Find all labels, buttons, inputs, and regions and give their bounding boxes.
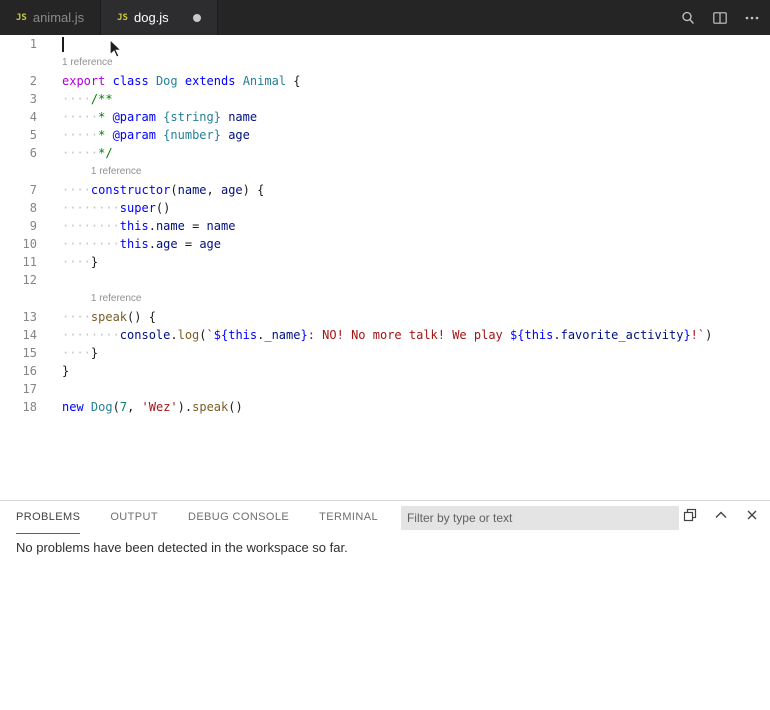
tab-dog-js[interactable]: JS dog.js <box>101 0 218 35</box>
code-text: ····constructor(name, age) { <box>62 183 264 197</box>
line-number: 5 <box>0 128 37 142</box>
code-text: } <box>62 364 69 378</box>
code-line[interactable]: 16} <box>0 362 770 380</box>
code-line[interactable]: 2 export class Dog extends Animal { <box>0 72 770 90</box>
code-line[interactable]: 15 ····} <box>0 344 770 362</box>
line-number: 6 <box>0 146 37 160</box>
line-number: 14 <box>0 328 37 342</box>
open-changes-search-icon[interactable] <box>680 10 696 26</box>
line-number: 11 <box>0 255 37 269</box>
code-text: ····} <box>62 255 98 269</box>
modified-dot[interactable] <box>193 14 201 22</box>
bottom-panel: PROBLEMS OUTPUT DEBUG CONSOLE TERMINAL No p… <box>0 500 770 710</box>
code-text: ·····* @param {string} name <box>62 110 257 124</box>
js-file-icon: JS <box>117 13 128 23</box>
panel-tab-output[interactable]: OUTPUT <box>110 501 158 534</box>
panel-actions <box>682 507 760 528</box>
code-text: ····speak() { <box>62 310 156 324</box>
code-text: ········this.name = name <box>62 219 235 233</box>
code-line[interactable]: 5 ·····* @param {number} age <box>0 126 770 144</box>
codelens-reference[interactable]: 1 reference <box>91 166 142 177</box>
line-number: 17 <box>0 382 37 396</box>
editor-lines: 1 1 reference 2 export class Dog extends An… <box>0 35 770 416</box>
line-number: 15 <box>0 346 37 360</box>
js-file-icon: JS <box>16 13 27 23</box>
split-editor-icon[interactable] <box>712 10 728 26</box>
line-number: 13 <box>0 310 37 324</box>
line-number: 2 <box>0 74 37 88</box>
panel-header: PROBLEMS OUTPUT DEBUG CONSOLE TERMINAL <box>0 501 770 534</box>
line-number: 12 <box>0 273 37 287</box>
line-number: 16 <box>0 364 37 378</box>
line-number: 10 <box>0 237 37 251</box>
code-line[interactable]: 7 ····constructor(name, age) { <box>0 181 770 199</box>
codelens-row: 1 reference <box>0 162 770 181</box>
line-number: 7 <box>0 183 37 197</box>
code-text: ········super() <box>62 201 170 215</box>
code-line[interactable]: 18 new Dog(7, 'Wez').speak() <box>0 398 770 416</box>
vscode-window: JS animal.js JS dog.js 1 1 reference 2 export … <box>0 0 770 710</box>
code-text: ····} <box>62 346 98 360</box>
tab-label: animal.js <box>33 10 84 25</box>
panel-tab-terminal[interactable]: TERMINAL <box>319 501 378 534</box>
line-number: 3 <box>0 92 37 106</box>
code-line[interactable]: 14 ········console.log(`${this._name}: NO… <box>0 326 770 344</box>
panel-tab-debug-console[interactable]: DEBUG CONSOLE <box>188 501 289 534</box>
code-editor[interactable]: 1 1 reference 2 export class Dog extends An… <box>0 35 770 500</box>
panel-tab-problems[interactable]: PROBLEMS <box>16 501 80 534</box>
code-line[interactable]: 10 ········this.age = age <box>0 235 770 253</box>
panel-tabs: PROBLEMS OUTPUT DEBUG CONSOLE TERMINAL <box>16 501 378 534</box>
codelens-row: 1 reference <box>0 289 770 308</box>
code-text: export class Dog extends Animal { <box>62 74 301 88</box>
tab-label: dog.js <box>134 10 169 25</box>
code-line[interactable]: 11 ····} <box>0 253 770 271</box>
maximize-panel-icon[interactable] <box>713 507 729 528</box>
line-number: 4 <box>0 110 37 124</box>
text-cursor <box>62 37 64 52</box>
code-line[interactable]: 6 ·····*/ <box>0 144 770 162</box>
code-text: ········console.log(`${this._name}: NO! … <box>62 328 712 342</box>
code-line[interactable]: 12 <box>0 271 770 289</box>
code-line[interactable]: 17 <box>0 380 770 398</box>
problems-message: No problems have been detected in the wo… <box>16 540 770 555</box>
code-line[interactable]: 3 ····/** <box>0 90 770 108</box>
more-actions-icon[interactable] <box>744 10 760 26</box>
tab-bar: JS animal.js JS dog.js <box>0 0 770 35</box>
collapse-all-icon[interactable] <box>682 507 698 528</box>
code-text: ·····*/ <box>62 146 113 160</box>
line-number: 8 <box>0 201 37 215</box>
code-line[interactable]: 13 ····speak() { <box>0 308 770 326</box>
codelens-reference[interactable]: 1 reference <box>62 57 113 68</box>
line-number: 18 <box>0 400 37 414</box>
codelens-row: 1 reference <box>0 53 770 72</box>
problems-filter-input[interactable] <box>401 506 679 530</box>
code-text: ·····* @param {number} age <box>62 128 250 142</box>
line-number: 1 <box>0 37 37 51</box>
code-text: new Dog(7, 'Wez').speak() <box>62 400 243 414</box>
tab-bar-tabs: JS animal.js JS dog.js <box>0 0 218 35</box>
line-number: 9 <box>0 219 37 233</box>
codelens-reference[interactable]: 1 reference <box>91 293 142 304</box>
code-line[interactable]: 9 ········this.name = name <box>0 217 770 235</box>
code-line[interactable]: 4 ·····* @param {string} name <box>0 108 770 126</box>
code-text: ····/** <box>62 92 113 106</box>
code-text: ········this.age = age <box>62 237 221 251</box>
code-line[interactable]: 1 <box>0 35 770 53</box>
tab-animal-js[interactable]: JS animal.js <box>0 0 101 35</box>
code-line[interactable]: 8 ········super() <box>0 199 770 217</box>
close-panel-icon[interactable] <box>744 507 760 528</box>
editor-actions <box>680 0 770 35</box>
